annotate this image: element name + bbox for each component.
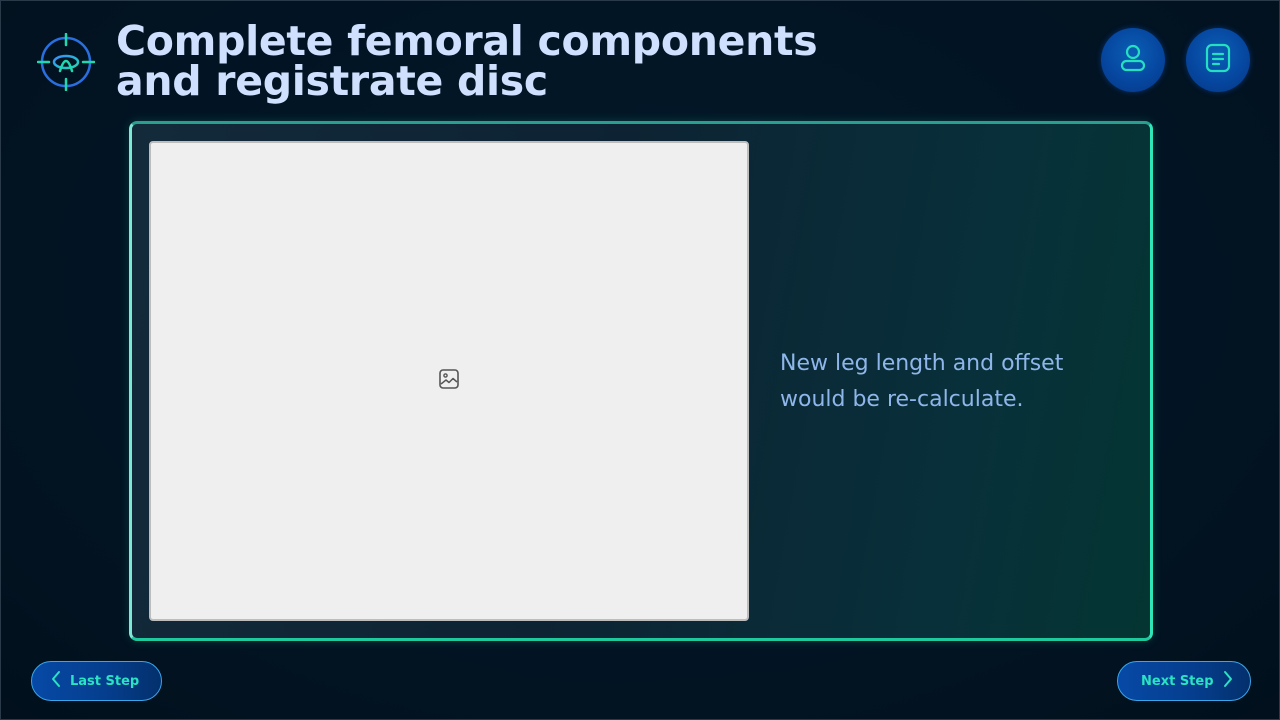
next-step-button[interactable]: Next Step xyxy=(1117,661,1251,701)
crosshair-logo-icon xyxy=(36,32,96,92)
content-panel: New leg length and offset would be re-ca… xyxy=(129,121,1153,641)
page-title-line-2: and registrate disc xyxy=(116,57,548,105)
image-placeholder xyxy=(149,141,749,621)
document-button[interactable] xyxy=(1186,28,1250,92)
chevron-left-icon xyxy=(50,670,62,692)
image-placeholder-icon xyxy=(438,368,460,395)
chevron-right-icon xyxy=(1222,670,1234,692)
description-line-1: New leg length and offset xyxy=(780,351,1064,376)
user-icon xyxy=(1118,42,1148,79)
description-text: New leg length and offset would be re-ca… xyxy=(780,346,1120,418)
last-step-button[interactable]: Last Step xyxy=(31,661,162,701)
last-step-label: Last Step xyxy=(70,673,140,689)
document-icon xyxy=(1204,43,1232,78)
next-step-label: Next Step xyxy=(1141,673,1214,689)
page-title: Complete femoral components and registra… xyxy=(116,21,818,102)
description-line-2: would be re-calculate. xyxy=(780,387,1024,412)
app-frame: Complete femoral components and registra… xyxy=(0,0,1280,720)
user-button[interactable] xyxy=(1101,28,1165,92)
